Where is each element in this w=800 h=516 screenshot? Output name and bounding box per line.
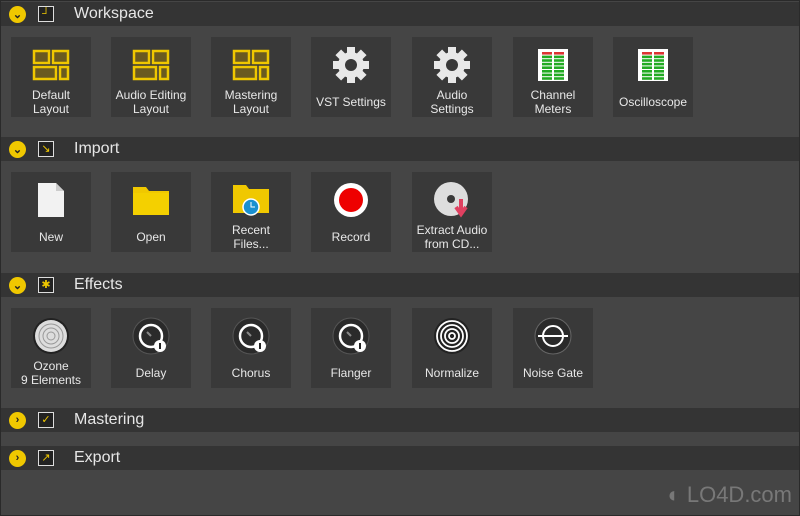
chevron-down-icon[interactable]: ⌄ — [9, 140, 26, 158]
watermark-logo-icon: ◐ — [667, 482, 681, 507]
gear-icon — [332, 43, 370, 87]
tile-label: Noise Gate — [522, 366, 584, 380]
export-arrow-icon: ↗ — [38, 450, 54, 466]
tile-label: Ozone 9 Elements — [20, 359, 82, 387]
tile-flanger[interactable]: Flanger — [311, 308, 391, 388]
tile-label: VST Settings — [316, 95, 386, 109]
import-arrow-icon: ↘ — [38, 141, 54, 157]
chevron-right-icon[interactable]: › — [9, 411, 26, 429]
tile-label: Normalize — [424, 366, 479, 380]
noise-gate-icon — [534, 314, 572, 358]
tile-label: Mastering Layout — [224, 88, 278, 116]
tile-normalize[interactable]: Normalize — [412, 308, 492, 388]
gear-icon — [433, 43, 471, 87]
section-title: Effects — [74, 276, 123, 293]
knob-icon — [232, 314, 270, 358]
chevron-right-icon[interactable]: › — [9, 449, 26, 467]
layout-icon — [32, 43, 70, 87]
tile-noise-gate[interactable]: Noise Gate — [513, 308, 593, 388]
tile-mastering-layout[interactable]: Mastering Layout — [211, 37, 291, 117]
tile-chorus[interactable]: Chorus — [211, 308, 291, 388]
section-title: Import — [74, 140, 120, 157]
knob-icon — [332, 314, 370, 358]
tile-label: Audio Settings — [430, 88, 474, 116]
folder-icon — [132, 178, 170, 222]
tile-label: Default Layout — [31, 88, 71, 116]
normalize-icon — [433, 314, 471, 358]
section-header-import[interactable]: ⌄ ↘ Import — [1, 137, 799, 161]
tile-label: New — [38, 230, 63, 244]
section-header-workspace[interactable]: ⌄ ┘ Workspace — [1, 2, 799, 26]
section-title: Workspace — [74, 5, 154, 22]
tile-extract-audio-from-cd[interactable]: Extract Audio from CD... — [412, 172, 492, 252]
tile-label: Audio Editing Layout — [115, 88, 187, 116]
tile-label: Recent Files... — [231, 223, 271, 251]
tile-label: Delay — [135, 366, 167, 380]
record-icon — [333, 178, 369, 222]
tile-label: Extract Audio from CD... — [416, 223, 488, 251]
tile-label: Flanger — [330, 366, 372, 380]
tile-label: Record — [331, 230, 371, 244]
tile-open[interactable]: Open — [111, 172, 191, 252]
tile-audio-settings[interactable]: Audio Settings — [412, 37, 492, 117]
meter-icon — [637, 43, 669, 87]
tile-oscilloscope[interactable]: Oscilloscope — [613, 37, 693, 117]
file-icon — [37, 178, 65, 222]
tile-audio-editing-layout[interactable]: Audio Editing Layout — [111, 37, 191, 117]
tile-label: Chorus — [231, 366, 271, 380]
tile-default-layout[interactable]: Default Layout — [11, 37, 91, 117]
tile-label: Oscilloscope — [618, 95, 688, 109]
ozone-icon — [32, 314, 70, 358]
checkbox-icon: ✓ — [38, 412, 54, 428]
meter-icon — [537, 43, 569, 87]
tile-channel-meters[interactable]: Channel Meters — [513, 37, 593, 117]
layout-icon — [132, 43, 170, 87]
star-icon: ✱ — [38, 277, 54, 293]
tile-label: Open — [136, 230, 166, 244]
tile-vst-settings[interactable]: VST Settings — [311, 37, 391, 117]
section-header-effects[interactable]: ⌄ ✱ Effects — [1, 273, 799, 297]
section-title: Export — [74, 449, 121, 466]
tile-new[interactable]: New — [11, 172, 91, 252]
tile-label: Channel Meters — [530, 88, 576, 116]
section-header-export[interactable]: › ↗ Export — [1, 446, 799, 470]
tile-delay[interactable]: Delay — [111, 308, 191, 388]
cd-icon — [433, 178, 471, 222]
watermark: ◐ LO4D.com — [667, 482, 792, 507]
knob-icon — [132, 314, 170, 358]
chevron-down-icon[interactable]: ⌄ — [9, 276, 26, 294]
tile-ozone-9-elements[interactable]: Ozone 9 Elements — [11, 308, 91, 388]
tile-record[interactable]: Record — [311, 172, 391, 252]
layout-add-icon: ┘ — [38, 6, 54, 22]
section-title: Mastering — [74, 411, 145, 428]
tile-recent-files[interactable]: Recent Files... — [211, 172, 291, 252]
layout-icon — [232, 43, 270, 87]
recent-folder-icon — [232, 178, 270, 222]
chevron-down-icon[interactable]: ⌄ — [9, 5, 26, 23]
section-header-mastering[interactable]: › ✓ Mastering — [1, 408, 799, 432]
